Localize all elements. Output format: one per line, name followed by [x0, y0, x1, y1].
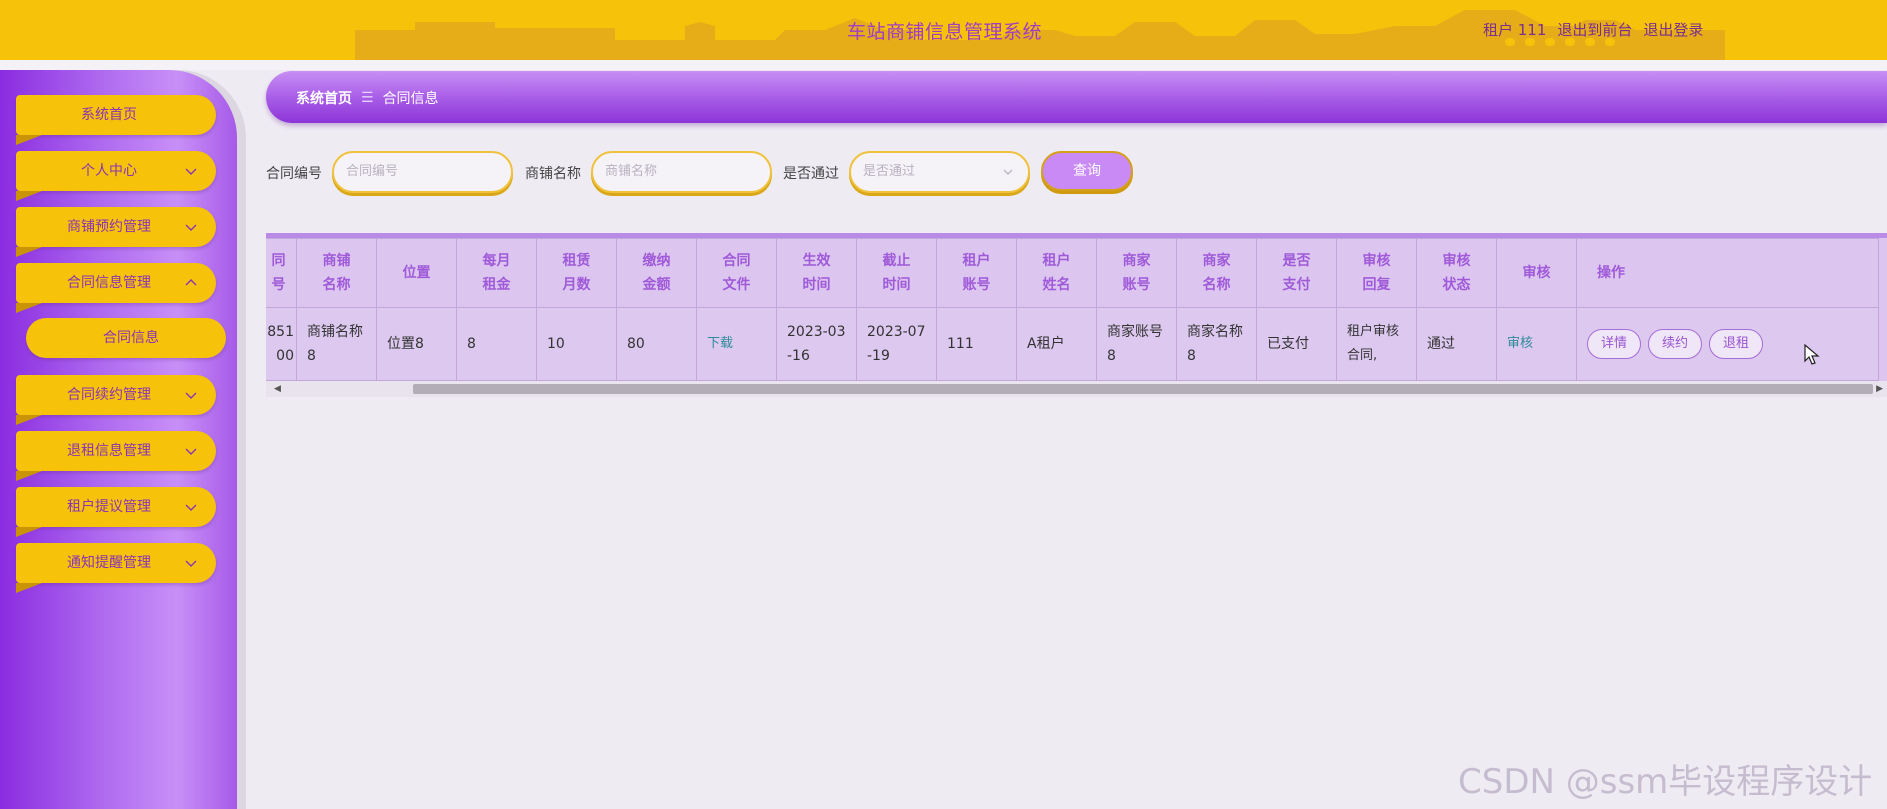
- cell-actions: 详情 续约 退租: [1576, 307, 1879, 381]
- approved-label: 是否通过: [783, 166, 839, 182]
- audit-link[interactable]: 审核: [1496, 307, 1577, 381]
- sidebar-subitem-label: 合同信息: [103, 330, 159, 346]
- breadcrumb-current: 合同信息: [382, 91, 439, 107]
- cell-contract-no: 851 00: [266, 307, 297, 381]
- col-monthly-rent: 每月 租金: [456, 238, 537, 308]
- sidebar-item-lease-termination[interactable]: 退租信息管理: [16, 431, 216, 481]
- sidebar-item-label: 个人中心: [81, 163, 137, 179]
- col-tenant-name: 租户 姓名: [1016, 238, 1097, 308]
- header-divider: [0, 60, 1887, 70]
- col-contract-file: 合同 文件: [696, 238, 777, 308]
- chevron-down-icon: [185, 504, 197, 511]
- col-actions: 操作: [1576, 238, 1879, 308]
- query-button[interactable]: 查询: [1041, 151, 1133, 191]
- breadcrumb-separator-icon: ☰: [361, 90, 374, 106]
- scroll-right-arrow-icon[interactable]: ▶: [1876, 384, 1883, 394]
- chevron-down-icon: [185, 168, 197, 175]
- watermark: CSDN @ssm毕设程序设计: [1458, 762, 1873, 802]
- cell-location: 位置8: [376, 307, 457, 381]
- sidebar-item-label: 通知提醒管理: [67, 555, 151, 571]
- sidebar-subitem-contract-info[interactable]: 合同信息: [26, 318, 226, 358]
- contract-no-input[interactable]: 合同编号: [332, 151, 513, 193]
- col-location: 位置: [376, 238, 457, 308]
- cell-end-date: 2023-07 -19: [856, 307, 937, 381]
- breadcrumb: 系统首页 ☰ 合同信息: [296, 88, 439, 108]
- cell-merchant-account: 商家账号 8: [1096, 307, 1177, 381]
- cell-tenant-account: 111: [936, 307, 1017, 381]
- col-start-date: 生效 时间: [776, 238, 857, 308]
- top-header: 车站商铺信息管理系统 租户 111 退出到前台 退出登录: [0, 0, 1887, 60]
- chevron-down-icon: [185, 224, 197, 231]
- col-end-date: 截止 时间: [856, 238, 937, 308]
- sidebar-item-home[interactable]: 系统首页: [16, 95, 216, 145]
- shop-name-label: 商铺名称: [525, 166, 581, 182]
- sidebar-item-contract-management[interactable]: 合同信息管理: [16, 263, 216, 313]
- col-amount-paid: 缴纳 金额: [616, 238, 697, 308]
- sidebar-item-shop-reservation[interactable]: 商铺预约管理: [16, 207, 216, 257]
- sidebar-item-contract-renewal[interactable]: 合同续约管理: [16, 375, 216, 425]
- sidebar-item-notifications[interactable]: 通知提醒管理: [16, 543, 216, 593]
- sidebar-item-label: 退租信息管理: [67, 443, 151, 459]
- detail-button[interactable]: 详情: [1587, 329, 1642, 359]
- scroll-thumb[interactable]: [413, 384, 1873, 394]
- approved-select-placeholder: 是否通过: [863, 164, 916, 179]
- chevron-down-icon: [185, 448, 197, 455]
- cell-audit-status: 通过: [1416, 307, 1497, 381]
- current-user: 租户 111: [1483, 21, 1547, 39]
- cell-amount-paid: 80: [616, 307, 697, 381]
- col-audit: 审核: [1496, 238, 1577, 308]
- col-merchant-account: 商家 账号: [1096, 238, 1177, 308]
- breadcrumb-home[interactable]: 系统首页: [296, 88, 352, 108]
- app-title: 车站商铺信息管理系统: [847, 21, 1043, 43]
- chevron-up-icon: [185, 279, 197, 286]
- col-tenant-account: 租户 账号: [936, 238, 1017, 308]
- contract-no-label: 合同编号: [266, 166, 322, 182]
- download-link[interactable]: 下载: [696, 307, 777, 381]
- col-lease-months: 租赁 月数: [536, 238, 617, 308]
- col-audit-status: 审核 状态: [1416, 238, 1497, 308]
- header-user-area: 租户 111 退出到前台 退出登录: [1483, 19, 1703, 40]
- chevron-down-icon: [185, 560, 197, 567]
- cell-shop-name: 商铺名称 8: [296, 307, 377, 381]
- sidebar-item-label: 合同续约管理: [67, 387, 151, 403]
- shop-name-input[interactable]: 商铺名称: [591, 151, 772, 193]
- sidebar-item-label: 租户提议管理: [67, 499, 151, 515]
- cell-start-date: 2023-03 -16: [776, 307, 857, 381]
- table-row: 851 00 商铺名称 8 位置8 8 10 80 下载 2023-03 -16 20…: [266, 307, 1879, 381]
- cell-paid: 已支付: [1256, 307, 1337, 381]
- renew-button[interactable]: 续约: [1648, 329, 1703, 359]
- cell-merchant-name: 商家名称 8: [1176, 307, 1257, 381]
- col-paid: 是否 支付: [1256, 238, 1337, 308]
- contract-table: 同号 商铺 名称 位置 每月 租金 租赁 月数 缴纳 金额 合同 文件 生效 时间 截止 时间…: [266, 233, 1887, 397]
- chevron-down-icon: [1003, 169, 1013, 175]
- logout-link[interactable]: 退出登录: [1643, 19, 1703, 40]
- approved-select[interactable]: 是否通过: [849, 151, 1030, 193]
- cell-monthly-rent: 8: [456, 307, 537, 381]
- sidebar: 系统首页 个人中心 商铺预约管理 合同信息管理 合同信息 合同续约管理 退租信息…: [0, 70, 237, 809]
- sidebar-item-label: 合同信息管理: [67, 275, 151, 291]
- sidebar-item-label: 系统首页: [81, 107, 137, 123]
- col-shop-name: 商铺 名称: [296, 238, 377, 308]
- sidebar-item-label: 商铺预约管理: [67, 219, 151, 235]
- mouse-pointer-icon: [1804, 344, 1820, 365]
- col-audit-reply: 审核 回复: [1336, 238, 1417, 308]
- exit-to-front-link[interactable]: 退出到前台: [1557, 19, 1632, 40]
- cell-tenant-name: A租户: [1016, 307, 1097, 381]
- sidebar-item-tenant-proposals[interactable]: 租户提议管理: [16, 487, 216, 537]
- cell-lease-months: 10: [536, 307, 617, 381]
- col-contract-no: 同号: [266, 238, 297, 308]
- sidebar-item-personal-center[interactable]: 个人中心: [16, 151, 216, 201]
- col-merchant-name: 商家 名称: [1176, 238, 1257, 308]
- terminate-button[interactable]: 退租: [1709, 329, 1764, 359]
- table-horizontal-scrollbar[interactable]: ◀ ▶: [266, 381, 1887, 397]
- scroll-left-arrow-icon[interactable]: ◀: [274, 384, 281, 394]
- breadcrumb-bar: 系统首页 ☰ 合同信息: [266, 71, 1887, 123]
- table-header-row: 同号 商铺 名称 位置 每月 租金 租赁 月数 缴纳 金额 合同 文件 生效 时间 截止 时间…: [266, 238, 1879, 308]
- cell-audit-reply: 租户审核 合同,: [1336, 307, 1417, 381]
- chevron-down-icon: [185, 392, 197, 399]
